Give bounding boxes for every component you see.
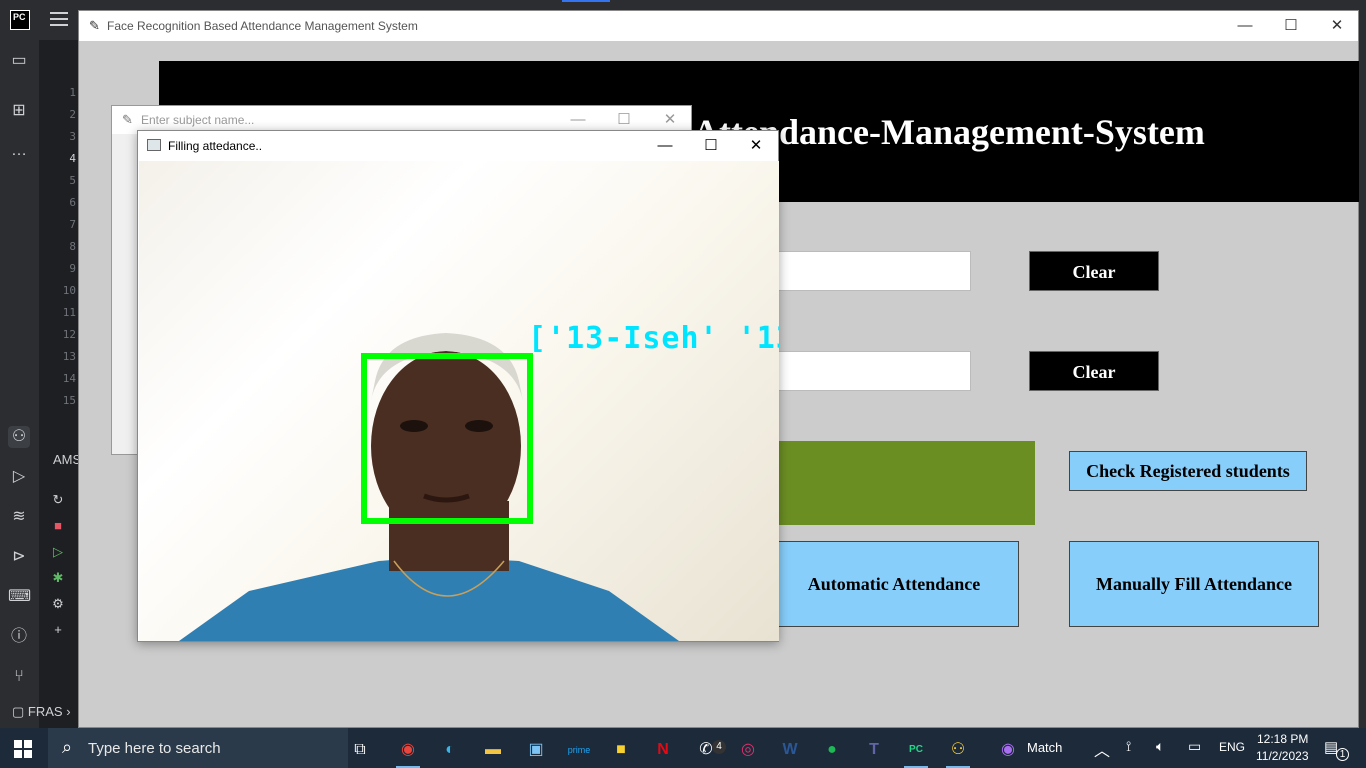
clock-date[interactable]: 11/2/2023 [1256, 749, 1309, 763]
line-number: 4 [69, 152, 76, 165]
spotify-icon[interactable]: ● [812, 732, 852, 768]
project-label: FRAS [27, 704, 63, 719]
line-number: 7 [69, 218, 76, 231]
main-menu-icon[interactable] [50, 12, 68, 26]
line-number: 12 [62, 328, 76, 341]
minimize-button[interactable]: — [642, 131, 688, 161]
stop-icon[interactable]: ■ [50, 518, 66, 534]
tk-feather-icon: ✎ [122, 112, 133, 127]
whatsapp-badge: 4 [712, 740, 726, 754]
camera-window: Filling attedance.. — ☐ ✕ ['13-Iseh' '13… [137, 130, 779, 642]
face-detection-box [361, 353, 533, 524]
search-placeholder: Type here to search [88, 740, 221, 757]
camera-window-titlebar[interactable]: Filling attedance.. — ☐ ✕ [138, 131, 778, 161]
maximize-button[interactable]: ☐ [688, 131, 734, 161]
check-registered-students-button[interactable]: Check Registered students [1069, 451, 1307, 491]
settings-gear-icon[interactable]: ⚙ [50, 596, 66, 612]
minimize-button[interactable]: — [1222, 11, 1268, 41]
python-taskbar-icon[interactable]: ⚇ [938, 732, 978, 768]
notification-panel [769, 441, 1035, 525]
ide-tool-window-bar: ▭ ⊞ … ⚇ ▷ ≋ ⊳ ⌨ ⓘ ⑂ [0, 40, 40, 728]
taskbar-search[interactable]: ⌕ Type here to search [48, 728, 348, 768]
name-input[interactable] [771, 351, 971, 391]
match-label[interactable]: Match [1027, 740, 1062, 755]
run-panel-label[interactable]: AMS [53, 452, 81, 467]
file-explorer-icon[interactable]: ▬ [473, 732, 513, 768]
language-indicator[interactable]: ENG [1219, 740, 1245, 754]
close-button[interactable]: ✕ [1314, 11, 1360, 41]
main-window-title: Face Recognition Based Attendance Manage… [107, 19, 418, 33]
ide-active-tab-indicator [562, 0, 610, 2]
wifi-icon[interactable]: ⟟ [1126, 738, 1131, 755]
teams-icon[interactable]: T [854, 732, 894, 768]
recognized-face-label: ['13-Iseh' '13-I [528, 321, 779, 356]
line-number: 2 [69, 108, 76, 121]
netflix-icon[interactable]: N [643, 732, 683, 768]
line-number: 13 [62, 350, 76, 363]
line-number: 11 [62, 306, 76, 319]
problems-icon[interactable]: ⓘ [8, 626, 30, 648]
instagram-icon[interactable]: ◎ [728, 732, 768, 768]
volume-icon[interactable]: 🔈︎ [1156, 738, 1164, 755]
enrollment-input[interactable] [771, 251, 971, 291]
notification-badge: 1 [1336, 748, 1349, 761]
line-number: 8 [69, 240, 76, 253]
rerun-icon[interactable]: ↻ [50, 492, 66, 508]
notification-center-icon[interactable]: ▤ 1 [1324, 738, 1349, 761]
structure-icon[interactable]: ⊞ [8, 100, 30, 122]
clear-name-button[interactable]: Clear [1029, 351, 1159, 391]
run-play-icon[interactable]: ▷ [50, 544, 66, 560]
pycharm-taskbar-icon[interactable]: PC [896, 732, 936, 768]
project-folder-icon[interactable]: ▭ [8, 50, 30, 72]
more-tools-icon[interactable]: … [8, 140, 30, 162]
line-number: 5 [69, 174, 76, 187]
line-number: 6 [69, 196, 76, 209]
automatic-attendance-button[interactable]: Automatic Attendance [769, 541, 1019, 627]
match-icon[interactable]: ◉ [988, 732, 1028, 768]
task-view-icon[interactable]: ⧉ [340, 732, 380, 768]
add-icon[interactable]: + [50, 622, 66, 638]
debug-icon[interactable]: ✱ [50, 570, 66, 586]
windows-start-icon[interactable] [14, 740, 32, 758]
opencv-window-icon [147, 139, 161, 151]
line-number: 14 [62, 372, 76, 385]
project-breadcrumb[interactable]: ▢ FRAS › [12, 704, 71, 720]
python-console-icon[interactable]: ⚇ [8, 426, 30, 448]
edge-icon[interactable]: ◐ [430, 732, 470, 768]
camera-window-title: Filling attedance.. [168, 139, 263, 153]
taskbar: ⌕ Type here to search ⧉ ◉ ◐ ▬ ▣ prime ■ … [0, 728, 1366, 768]
clear-enrollment-button[interactable]: Clear [1029, 251, 1159, 291]
prime-video-icon[interactable]: prime [559, 732, 599, 768]
terminal-icon[interactable]: ⌨ [8, 586, 31, 608]
show-hidden-icons-icon[interactable]: ︿ [1094, 737, 1110, 761]
clock-time[interactable]: 12:18 PM [1257, 732, 1308, 746]
line-number: 10 [62, 284, 76, 297]
maximize-button[interactable]: ☐ [1268, 11, 1314, 41]
chrome-icon[interactable]: ◉ [388, 732, 428, 768]
tk-feather-icon: ✎ [89, 18, 100, 33]
pycharm-logo-icon[interactable]: PC [10, 10, 30, 30]
subject-window-title: Enter subject name... [141, 113, 255, 127]
layers-icon[interactable]: ≋ [8, 506, 30, 528]
word-icon[interactable]: W [770, 732, 810, 768]
main-window-titlebar[interactable]: ✎ Face Recognition Based Attendance Mana… [79, 11, 1358, 41]
battery-icon[interactable]: ▭ [1188, 738, 1201, 755]
line-number: 9 [69, 262, 76, 275]
line-number: 15 [62, 394, 76, 407]
camera-feed: ['13-Iseh' '13-I [139, 161, 779, 641]
search-icon: ⌕ [62, 737, 73, 757]
line-number: 3 [69, 130, 76, 143]
microsoft-store-icon[interactable]: ▣ [516, 732, 556, 768]
services-icon[interactable]: ⊳ [8, 546, 30, 568]
sticky-notes-icon[interactable]: ■ [601, 732, 641, 768]
line-number: 1 [69, 86, 76, 99]
close-button[interactable]: ✕ [733, 131, 779, 161]
run-icon[interactable]: ▷ [8, 466, 30, 488]
whatsapp-icon[interactable]: ✆ 4 [686, 732, 726, 768]
manual-attendance-button[interactable]: Manually Fill Attendance [1069, 541, 1319, 627]
git-icon[interactable]: ⑂ [8, 666, 30, 688]
